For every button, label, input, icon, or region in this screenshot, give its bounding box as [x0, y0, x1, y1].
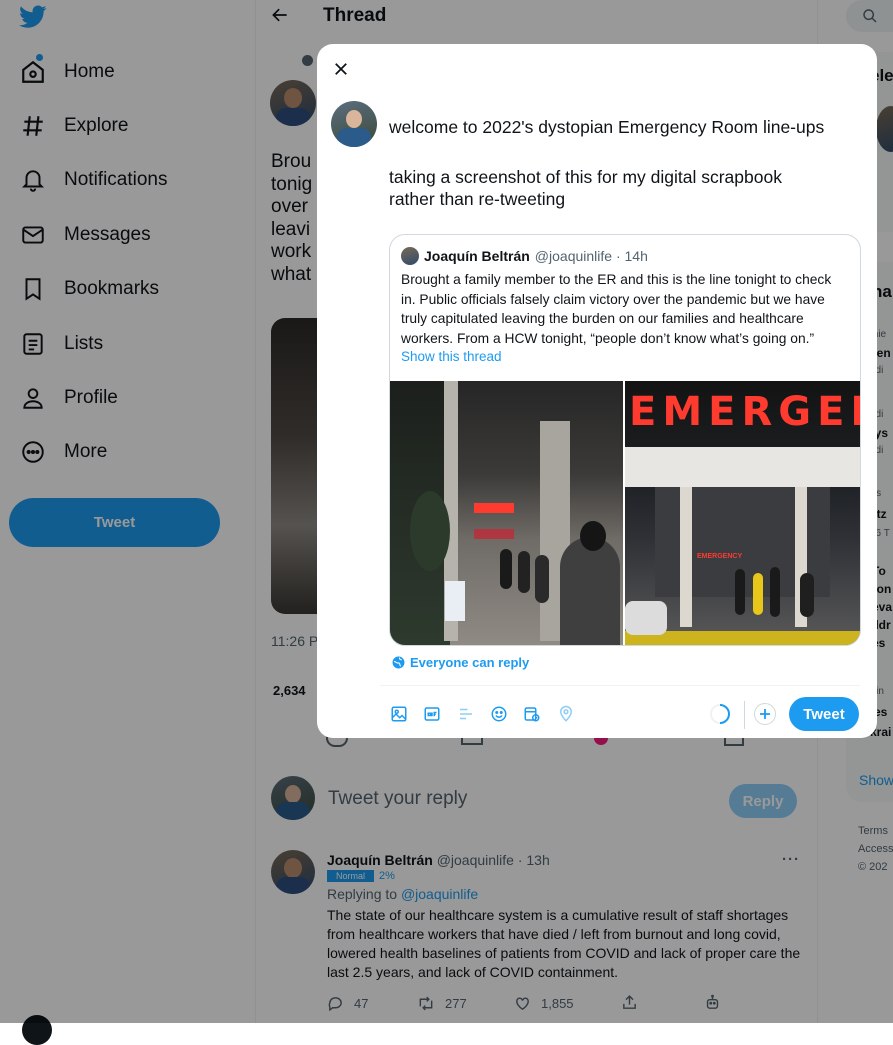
- globe-icon: [392, 656, 405, 669]
- quoted-tweet-card[interactable]: Joaquín Beltrán @joaquinlife · 14h Broug…: [389, 234, 861, 646]
- quoted-body: Brought a family member to the ER and th…: [401, 272, 832, 346]
- compose-quote-modal: welcome to 2022's dystopian Emergency Ro…: [317, 44, 877, 738]
- emergency-sign: EMERGEN: [629, 389, 860, 435]
- location-icon[interactable]: [557, 705, 577, 725]
- modal-tweet-button[interactable]: Tweet: [789, 697, 859, 731]
- quoted-author-avatar: [401, 247, 419, 265]
- quoted-author-name: Joaquín Beltrán: [424, 248, 530, 264]
- small-emergency-sign: EMERGENCY: [697, 553, 743, 560]
- poll-icon[interactable]: [457, 705, 477, 725]
- composer-line-1: welcome to 2022's dystopian Emergency Ro…: [389, 117, 825, 137]
- gif-icon[interactable]: [423, 705, 443, 725]
- schedule-icon[interactable]: [523, 705, 543, 725]
- toolbar-divider: [380, 685, 860, 686]
- quoted-author-meta: @joaquinlife · 14h: [534, 248, 648, 264]
- composer-line-2: taking a screenshot of this for my digit…: [389, 167, 782, 209]
- composer-avatar: [331, 101, 377, 147]
- quoted-photo-2[interactable]: EMERGEN EMERGENCY: [625, 381, 860, 645]
- add-tweet-icon[interactable]: [754, 703, 776, 725]
- emoji-icon[interactable]: [490, 705, 510, 725]
- reply-setting[interactable]: Everyone can reply: [392, 655, 529, 670]
- composer-text[interactable]: welcome to 2022's dystopian Emergency Ro…: [389, 116, 859, 210]
- quoted-photo-1[interactable]: [390, 381, 623, 645]
- reply-setting-label: Everyone can reply: [410, 655, 530, 670]
- media-icon[interactable]: [390, 705, 410, 725]
- quoted-author-line: Joaquín Beltrán @joaquinlife · 14h: [401, 247, 648, 265]
- character-count-ring: [709, 703, 731, 725]
- toolbar-separator: [744, 701, 745, 729]
- show-thread-link[interactable]: Show this thread: [401, 349, 502, 364]
- close-icon[interactable]: [332, 60, 350, 78]
